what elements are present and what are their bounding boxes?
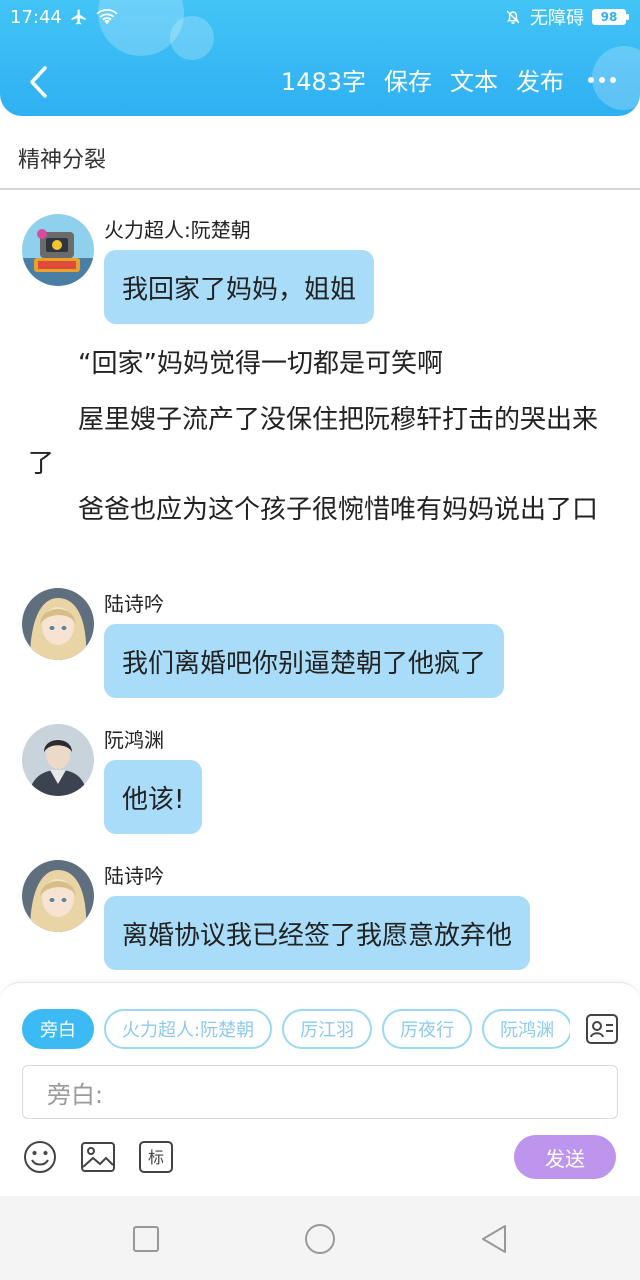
tag-label: 标 xyxy=(148,1148,164,1167)
speaker-name: 陆诗吟 xyxy=(104,592,164,616)
story-title-bar[interactable]: 精神分裂 xyxy=(0,116,640,190)
text-button[interactable]: 文本 xyxy=(450,62,498,97)
avatar[interactable] xyxy=(22,588,94,660)
status-bar: 17:44 无障碍 98 xyxy=(0,0,640,34)
save-button[interactable]: 保存 xyxy=(384,62,432,97)
cartoon-robot-avatar-image xyxy=(22,214,94,286)
narration-text[interactable]: 屋里嫂子流产了没保住把阮穆轩打击的哭出来了 xyxy=(28,398,612,486)
blonde-girl-avatar-image xyxy=(22,860,94,932)
more-dot xyxy=(599,76,605,83)
bell-muted-icon xyxy=(506,10,520,24)
speaker-name: 阮鸿渊 xyxy=(104,728,164,752)
role-chip[interactable]: 厉夜行 xyxy=(382,1009,473,1049)
avatar[interactable] xyxy=(22,724,94,796)
nav-actions: 1483字 保存 文本 发布 xyxy=(281,62,616,97)
message-bubble[interactable]: 他该! xyxy=(104,760,203,834)
more-dot xyxy=(610,76,616,83)
back-button[interactable] xyxy=(20,62,56,102)
recents-button[interactable] xyxy=(129,1222,163,1256)
message-input[interactable]: 旁白: xyxy=(22,1065,618,1119)
avatar[interactable] xyxy=(22,860,94,932)
app-header: 17:44 无障碍 98 1483字 保存 文本 发布 xyxy=(0,0,640,116)
role-list-button[interactable] xyxy=(584,1011,620,1047)
role-chip[interactable]: 厉江羽 xyxy=(282,1009,373,1049)
blonde-girl-avatar-image xyxy=(22,588,94,660)
send-button[interactable]: 发送 xyxy=(514,1135,616,1179)
dark-haired-man-avatar-image xyxy=(22,724,94,796)
wifi-icon xyxy=(96,9,118,25)
battery-indicator: 98 xyxy=(592,9,629,25)
tag-icon: 标 xyxy=(139,1141,173,1173)
role-selector[interactable]: 旁白 火力超人:阮楚朝 厉江羽 厉夜行 阮鸿渊 xyxy=(22,1009,570,1053)
message-bubble[interactable]: 我回家了妈妈，姐姐 xyxy=(104,250,375,324)
triangle-back-icon xyxy=(482,1225,506,1253)
contact-card-icon xyxy=(586,1014,618,1044)
role-chip-narrator[interactable]: 旁白 xyxy=(22,1009,94,1049)
image-icon xyxy=(81,1142,115,1172)
word-count: 1483字 xyxy=(280,68,366,96)
speaker-name: 陆诗吟 xyxy=(104,864,164,888)
input-toolbar: 标 xyxy=(22,1139,174,1175)
narration-text[interactable]: “回家”妈妈觉得一切都是可笑啊 xyxy=(28,342,612,386)
accessibility-label: 无障碍 xyxy=(530,8,584,29)
chat-area[interactable]: 火力超人:阮楚朝 我回家了妈妈，姐姐 “回家”妈妈觉得一切都是可笑啊 屋里嫂子流… xyxy=(0,192,640,982)
home-button[interactable] xyxy=(303,1222,337,1256)
speaker-name: 火力超人:阮楚朝 xyxy=(104,218,251,242)
back-nav-button[interactable] xyxy=(477,1222,511,1256)
message-bubble[interactable]: 离婚协议我已经签了我愿意放弃他 xyxy=(104,896,531,970)
more-button[interactable] xyxy=(582,76,616,83)
more-dot xyxy=(588,76,594,83)
emoji-button[interactable] xyxy=(22,1139,58,1175)
status-time: 17:44 xyxy=(10,6,62,28)
image-button[interactable] xyxy=(80,1139,116,1175)
airplane-icon xyxy=(71,9,86,25)
narration-text[interactable]: 爸爸也应为这个孩子很惋惜唯有妈妈说出了口 xyxy=(28,488,612,532)
system-navigation-bar xyxy=(0,1196,640,1280)
nav-bar: 1483字 保存 文本 发布 xyxy=(0,52,640,112)
square-icon xyxy=(133,1226,159,1252)
avatar[interactable] xyxy=(22,214,94,286)
publish-button[interactable]: 发布 xyxy=(516,62,564,97)
message-bubble[interactable]: 我们离婚吧你别逼楚朝了他疯了 xyxy=(104,624,505,698)
smiley-icon xyxy=(24,1141,56,1173)
circle-icon xyxy=(305,1224,335,1254)
tag-button[interactable]: 标 xyxy=(138,1139,174,1175)
story-title: 精神分裂 xyxy=(18,148,107,173)
role-chip[interactable]: 阮鸿渊 xyxy=(482,1009,570,1049)
chevron-left-icon xyxy=(30,66,47,98)
role-chip[interactable]: 火力超人:阮楚朝 xyxy=(104,1009,273,1049)
input-panel: 旁白 火力超人:阮楚朝 厉江羽 厉夜行 阮鸿渊 旁白: 标 发送 xyxy=(0,982,640,1196)
